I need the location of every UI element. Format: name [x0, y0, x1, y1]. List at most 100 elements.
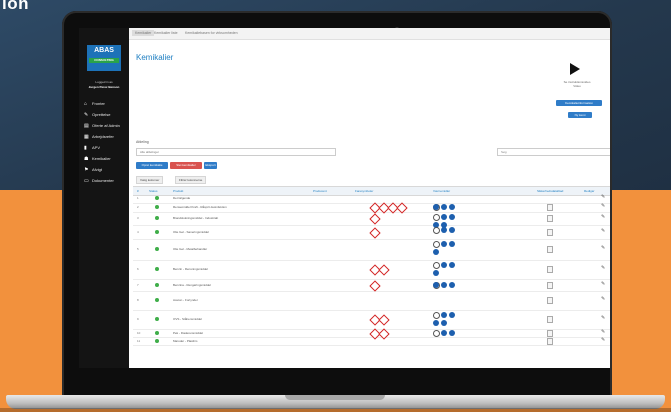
col-hazard[interactable]: Faresymboler — [355, 189, 373, 193]
status-ok-icon — [155, 196, 159, 200]
edit-icon[interactable]: ✎ — [601, 195, 605, 200]
table-row[interactable]: 9 OVS - Stålrensmiddel ✎ — [133, 310, 610, 330]
sds-document-icon[interactable] — [547, 215, 553, 222]
product-name[interactable]: Aceton - Fortynder — [173, 298, 198, 302]
filter-label: Afdeling — [136, 140, 149, 144]
sds-document-icon[interactable] — [547, 282, 553, 289]
sidebar-item-5[interactable]: ☗ Kemikalier — [79, 153, 129, 164]
ghs-hazard-icon — [369, 280, 381, 292]
sidebar-item-label: Oprettelse — [92, 112, 111, 117]
breadcrumb-item-1[interactable]: Kemikalier — [132, 30, 155, 36]
ppe-icon — [433, 330, 440, 337]
table-row[interactable]: 8 Aceton - Fortynder ✎ — [133, 291, 610, 311]
product-name[interactable]: Olie Gel - Saneringsmiddel — [173, 230, 209, 234]
chemical-info-button[interactable]: Kemikalieinformation — [556, 100, 602, 106]
new-chemical-button[interactable]: Ny kemi — [568, 112, 592, 118]
table-row[interactable]: 4 Olie Gel - Saneringsmiddel ✎ — [133, 225, 610, 240]
product-name[interactable]: Brandslukningsmiddel - Industrialt — [173, 216, 218, 220]
product-name[interactable]: Rensemiddel Kraft - Råsprit desinfektion — [173, 205, 227, 209]
filter-columns-label: Filtrér kolonnerne — [179, 178, 203, 182]
col-sds[interactable]: Sikkerhedsdatablad — [537, 189, 563, 193]
ppe-icon — [433, 312, 440, 319]
edit-icon[interactable]: ✎ — [601, 246, 605, 251]
product-name[interactable]: Benzina - Rengøringsmiddel — [173, 283, 211, 287]
sds-document-icon[interactable] — [547, 316, 553, 323]
product-name[interactable]: Olie Gel - Metalbehandler — [173, 247, 207, 251]
edit-icon[interactable]: ✎ — [601, 316, 605, 321]
ppe-icon — [433, 227, 440, 234]
edit-icon[interactable]: ✎ — [601, 330, 605, 335]
sidebar-item-2[interactable]: ▤ Oferte af Admin — [79, 120, 129, 131]
user-info: Logged in as Jurgen Perez Benson — [79, 80, 129, 90]
ppe-icon — [441, 227, 447, 233]
sds-document-icon[interactable] — [547, 330, 553, 337]
status-ok-icon — [155, 298, 159, 302]
edit-icon[interactable]: ✎ — [601, 282, 605, 287]
ppe-icon — [441, 214, 447, 220]
product-name[interactable]: OVS - Stålrensmiddel — [173, 317, 202, 321]
search-input[interactable]: Søg — [497, 148, 610, 156]
ppe-icon — [449, 330, 455, 336]
product-name[interactable]: Benzin - Rensningsmiddel — [173, 267, 208, 271]
sidebar-nav: ⌂ Fronter ✎ Oprettelse ▤ Oferte af Admin ▦ Arbe… — [79, 98, 129, 186]
col-edit[interactable]: Redigér — [584, 189, 595, 193]
row-number: 10 — [137, 331, 141, 335]
edit-icon[interactable]: ✎ — [601, 215, 605, 220]
row-number: 3 — [137, 216, 139, 220]
status-ok-icon — [155, 205, 159, 209]
sds-document-icon[interactable] — [547, 246, 553, 253]
row-number: 5 — [137, 247, 139, 251]
sds-document-icon[interactable] — [547, 297, 553, 304]
filter-columns-button[interactable]: Filtrér kolonnerne — [175, 176, 207, 184]
product-name[interactable]: Pek - Fladerensmiddel — [173, 331, 203, 335]
col-product[interactable]: Produkt — [173, 189, 183, 193]
table-row[interactable]: 5 Olie Gel - Metalbehandler ✎ — [133, 239, 610, 261]
table-row[interactable]: 11 Maruder - Plastlim ✎ — [133, 337, 610, 346]
breadcrumb-item-3[interactable]: Kemikaliebasen for virksomheden — [185, 31, 238, 35]
ppe-icon — [433, 282, 439, 288]
user-name: Jurgen Perez Benson — [88, 85, 120, 89]
edit-icon[interactable]: ✎ — [601, 338, 605, 343]
sidebar-item-0[interactable]: ⌂ Fronter — [79, 98, 129, 109]
sidebar-item-1[interactable]: ✎ Oprettelse — [79, 109, 129, 120]
product-name[interactable]: Maruder - Plastlim — [173, 339, 197, 343]
export-button[interactable]: Eksport — [204, 162, 217, 169]
sds-document-icon[interactable] — [547, 229, 553, 236]
ppe-icon — [449, 282, 455, 288]
ppe-icon — [449, 214, 455, 220]
grid-icon: ▦ — [84, 133, 89, 140]
sds-document-icon[interactable] — [547, 338, 553, 345]
edit-icon[interactable]: ✎ — [601, 229, 605, 234]
product-name[interactable]: Det følgende — [173, 196, 190, 200]
row-number: 1 — [137, 196, 139, 200]
sds-document-icon[interactable] — [547, 266, 553, 273]
col-ppe[interactable]: Værnemidler — [433, 189, 450, 193]
home-icon: ⌂ — [84, 100, 88, 107]
play-video-icon[interactable] — [570, 63, 580, 75]
table-row[interactable]: 3 Brandslukningsmiddel - Industrialt ✎ — [133, 212, 610, 228]
ppe-icon — [433, 249, 439, 255]
doc-icon: ▮ — [84, 144, 87, 151]
edit-icon[interactable]: ✎ — [601, 204, 605, 209]
sidebar-item-7[interactable]: ▭ Dokumenter — [79, 175, 129, 186]
laptop-shadow — [0, 408, 671, 412]
sidebar-item-3[interactable]: ▦ Arbejdsrefer — [79, 131, 129, 142]
col-status[interactable]: Status — [149, 189, 158, 193]
sidebar-item-6[interactable]: ⚑ Afvigt — [79, 164, 129, 175]
sidebar-item-4[interactable]: ▮ APV — [79, 142, 129, 153]
ppe-icon — [433, 270, 439, 276]
col-producer[interactable]: Producent — [313, 189, 327, 193]
sds-document-icon[interactable] — [547, 204, 553, 211]
delete-chemicals-button[interactable]: Slet kemikalier — [170, 162, 202, 169]
edit-icon[interactable]: ✎ — [601, 266, 605, 271]
department-select[interactable]: Alle afdelinger — [136, 148, 336, 156]
breadcrumb-item-2[interactable]: Kemikalier liste — [154, 31, 178, 35]
company-logo[interactable]: ABAS CONSULTING — [87, 45, 121, 71]
sidebar: ABAS CONSULTING Logged in as Jurgen Pere… — [79, 28, 129, 368]
table-row[interactable]: 6 Benzin - Rensningsmiddel ✎ — [133, 260, 610, 280]
ppe-icon — [441, 204, 447, 210]
choose-columns-button[interactable]: Vælg kolonner — [136, 176, 164, 184]
edit-icon[interactable]: ✎ — [601, 297, 605, 302]
create-chemical-button[interactable]: Opret kemikalie — [136, 162, 168, 169]
col-num[interactable]: # — [137, 189, 139, 193]
